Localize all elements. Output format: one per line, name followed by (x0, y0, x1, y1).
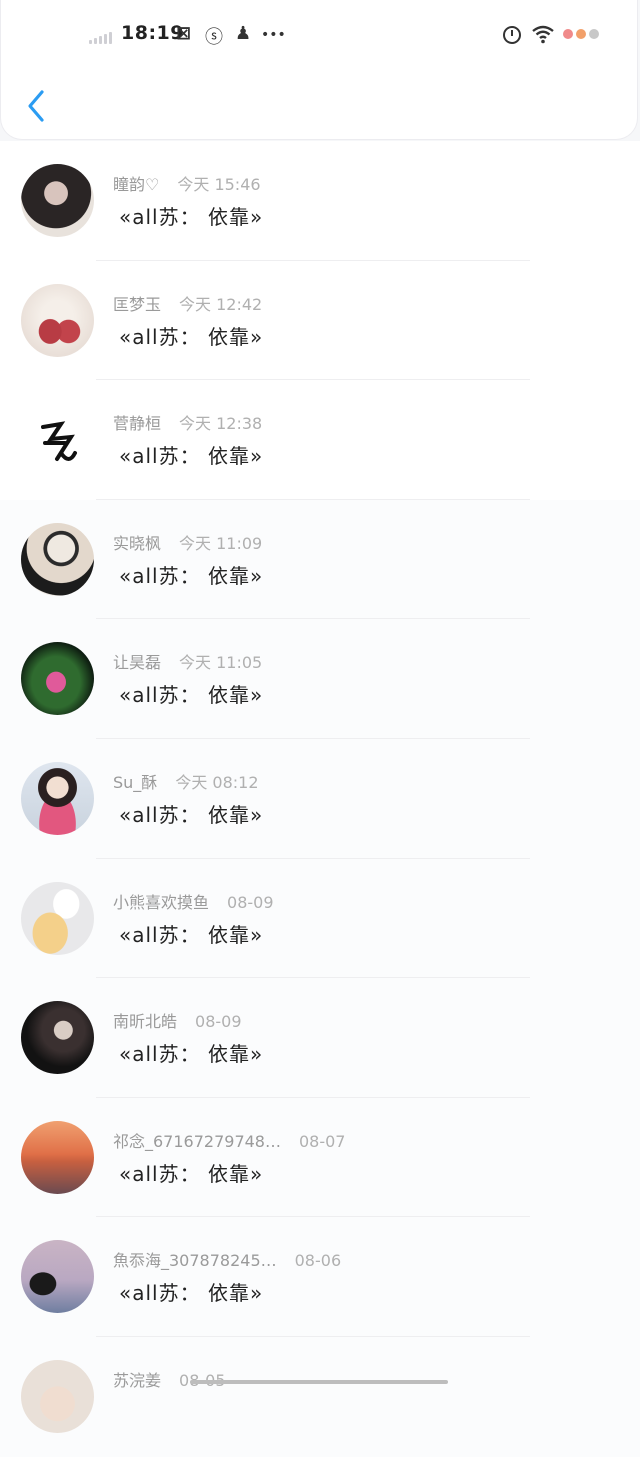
meta-line: 瞳韵♡ 今天 15:46 (113, 171, 261, 195)
list-item[interactable]: 菅静桓 今天 12:38 «all苏： 依靠» (0, 380, 640, 500)
avatar[interactable] (21, 1120, 94, 1194)
user-name[interactable]: 菅静桓 (113, 414, 161, 433)
user-name[interactable]: 祁念_67167279748… (113, 1132, 281, 1151)
user-name[interactable]: 南昕北皓 (113, 1012, 177, 1031)
user-name[interactable]: 瞳韵♡ (113, 175, 159, 194)
comment-title: «all苏： 依靠» (119, 1042, 264, 1067)
user-name[interactable]: 魚忝海_307878245… (113, 1251, 277, 1270)
calligraphy-avatar-icon (41, 421, 77, 462)
list-item[interactable]: Su_酥 今天 08:12 «all苏： 依靠» (0, 738, 640, 859)
comment-date: 08-07 (298, 1131, 346, 1151)
status-time: 18:19 (121, 22, 184, 44)
user-name[interactable]: Su_酥 (113, 773, 157, 792)
avatar[interactable] (21, 1001, 94, 1075)
avatar[interactable] (21, 522, 94, 596)
comment-date: 今天 11:09 (179, 533, 263, 553)
header-card: 18:19 ⊠ ⓢ ♟ ••• (0, 0, 638, 140)
user-name[interactable]: 苏浣姜 (113, 1371, 161, 1390)
status-bar: 18:19 ⊠ ⓢ ♟ ••• (1, 18, 640, 52)
wifi-icon (532, 25, 554, 44)
meta-line: 实晓枫 今天 11:09 (113, 530, 262, 554)
comment-date: 今天 15:46 (177, 175, 261, 194)
comment-list: 瞳韵♡ 今天 15:46 «all苏： 依靠» 匡梦玉 今天 12:42 «all苏… (0, 141, 640, 1457)
list-item[interactable]: 小熊喜欢摸鱼 08-09 «all苏： 依靠» (0, 858, 640, 979)
comment-title: «all苏： 依靠» (119, 802, 264, 827)
meta-line: Su_酥 今天 08:12 (113, 769, 259, 793)
comment-date: 今天 11:05 (179, 653, 263, 673)
avatar[interactable] (21, 403, 94, 477)
alarm-icon (503, 26, 521, 44)
list-item[interactable]: 实晓枫 今天 11:09 «all苏： 依靠» (0, 499, 640, 620)
meta-line: 苏浣姜08-05 (113, 1367, 226, 1391)
meta-line: 让昊磊 今天 11:05 (113, 649, 262, 673)
avatar[interactable] (21, 761, 94, 835)
avatar[interactable] (21, 881, 94, 955)
comment-date: 今天 08:12 (175, 772, 259, 792)
comment-date: 08-09 (195, 1012, 242, 1032)
avatar[interactable] (21, 164, 94, 237)
comment-date: 08-06 (294, 1251, 342, 1271)
comment-title: «all苏： 依靠» (119, 563, 264, 588)
meta-line: 南昕北皓 08-09 (113, 1008, 242, 1032)
user-name[interactable]: 小熊喜欢摸鱼 (113, 893, 209, 912)
more-icon: ••• (261, 27, 286, 43)
qq-icon: ♟ (235, 23, 252, 44)
signal-icon (89, 32, 112, 44)
list-item[interactable]: 南昕北皓 08-09 «all苏： 依靠» (0, 978, 640, 1098)
avatar[interactable] (21, 1240, 94, 1314)
sim-icon: ⊠ (176, 23, 192, 44)
list-item[interactable]: 瞳韵♡ 今天 15:46 «all苏： 依靠» (0, 141, 640, 261)
avatar[interactable] (21, 642, 94, 716)
comment-title: «all苏： 依靠» (119, 444, 264, 469)
comment-title: «all苏： 依靠» (119, 683, 264, 708)
chevron-left-icon[interactable] (23, 88, 49, 124)
battery-icon (563, 29, 599, 39)
comment-date: 08-09 (227, 892, 274, 912)
list-item[interactable]: 匡梦玉 今天 12:42 «all苏： 依靠» (0, 260, 640, 381)
home-indicator[interactable] (190, 1380, 448, 1384)
list-item[interactable]: 祁念_67167279748… 08-07 «all苏： 依靠» (0, 1097, 640, 1218)
list-item[interactable]: 苏浣姜08-05 (0, 1336, 640, 1457)
comment-title: «all苏： 依靠» (119, 1281, 264, 1306)
comment-title: «all苏： 依靠» (119, 324, 264, 349)
comment-title: «all苏： 依靠» (119, 922, 264, 947)
user-name[interactable]: 让昊磊 (113, 653, 161, 672)
avatar[interactable] (21, 1359, 94, 1433)
comment-date: 今天 12:38 (179, 414, 263, 434)
meta-line: 匡梦玉 今天 12:42 (113, 291, 262, 315)
meta-line: 菅静桓 今天 12:38 (113, 410, 262, 434)
meta-line: 魚忝海_307878245… 08-06 (113, 1247, 341, 1271)
user-name[interactable]: 实晓枫 (113, 534, 161, 553)
user-name[interactable]: 匡梦玉 (113, 295, 161, 314)
weibo-icon: ⓢ (205, 27, 223, 48)
comment-title: «all苏： 依靠» (119, 1161, 264, 1186)
comment-date: 今天 12:42 (179, 294, 263, 314)
meta-line: 祁念_67167279748… 08-07 (113, 1128, 345, 1152)
meta-line: 小熊喜欢摸鱼 08-09 (113, 889, 274, 913)
list-item[interactable]: 魚忝海_307878245… 08-06 «all苏： 依靠» (0, 1217, 640, 1337)
avatar[interactable] (21, 283, 94, 357)
comment-title: «all苏： 依靠» (119, 205, 264, 229)
list-item[interactable]: 让昊磊 今天 11:05 «all苏： 依靠» (0, 619, 640, 739)
